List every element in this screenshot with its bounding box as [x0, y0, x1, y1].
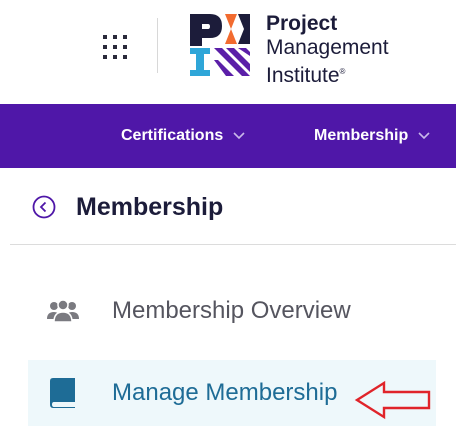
menu-item-membership-overview[interactable]: Membership Overview	[28, 278, 436, 344]
logo-line-project: Project	[266, 12, 338, 35]
chevron-down-icon	[418, 132, 430, 139]
section-title: Membership	[76, 192, 224, 221]
registered-mark: ®	[339, 67, 346, 76]
logo-wordmark: Project Management Institute®	[266, 12, 389, 88]
menu-item-label: Membership Overview	[112, 297, 351, 324]
site-header: Project Management Institute®	[0, 0, 456, 104]
main-nav: Certifications Membership	[0, 104, 456, 168]
logo-line-management: Management	[266, 36, 389, 59]
nav-certifications-label: Certifications	[121, 127, 224, 144]
menu-item-label: Manage Membership	[112, 379, 338, 406]
book-icon	[44, 374, 82, 412]
header-divider	[157, 18, 158, 73]
back-circle-icon[interactable]	[32, 195, 56, 219]
section-divider	[10, 244, 456, 245]
logo-line-institute: Institute®	[266, 64, 346, 87]
people-group-icon	[44, 292, 82, 330]
nav-membership-label: Membership	[314, 127, 409, 144]
section-header: Membership	[32, 187, 223, 227]
annotation-arrow-icon	[354, 380, 431, 420]
chevron-down-icon	[233, 132, 245, 139]
nav-membership[interactable]: Membership	[314, 104, 430, 168]
pmi-logo-icon[interactable]	[188, 12, 264, 78]
app-launcher-icon[interactable]	[98, 30, 132, 64]
nav-certifications[interactable]: Certifications	[121, 104, 245, 168]
